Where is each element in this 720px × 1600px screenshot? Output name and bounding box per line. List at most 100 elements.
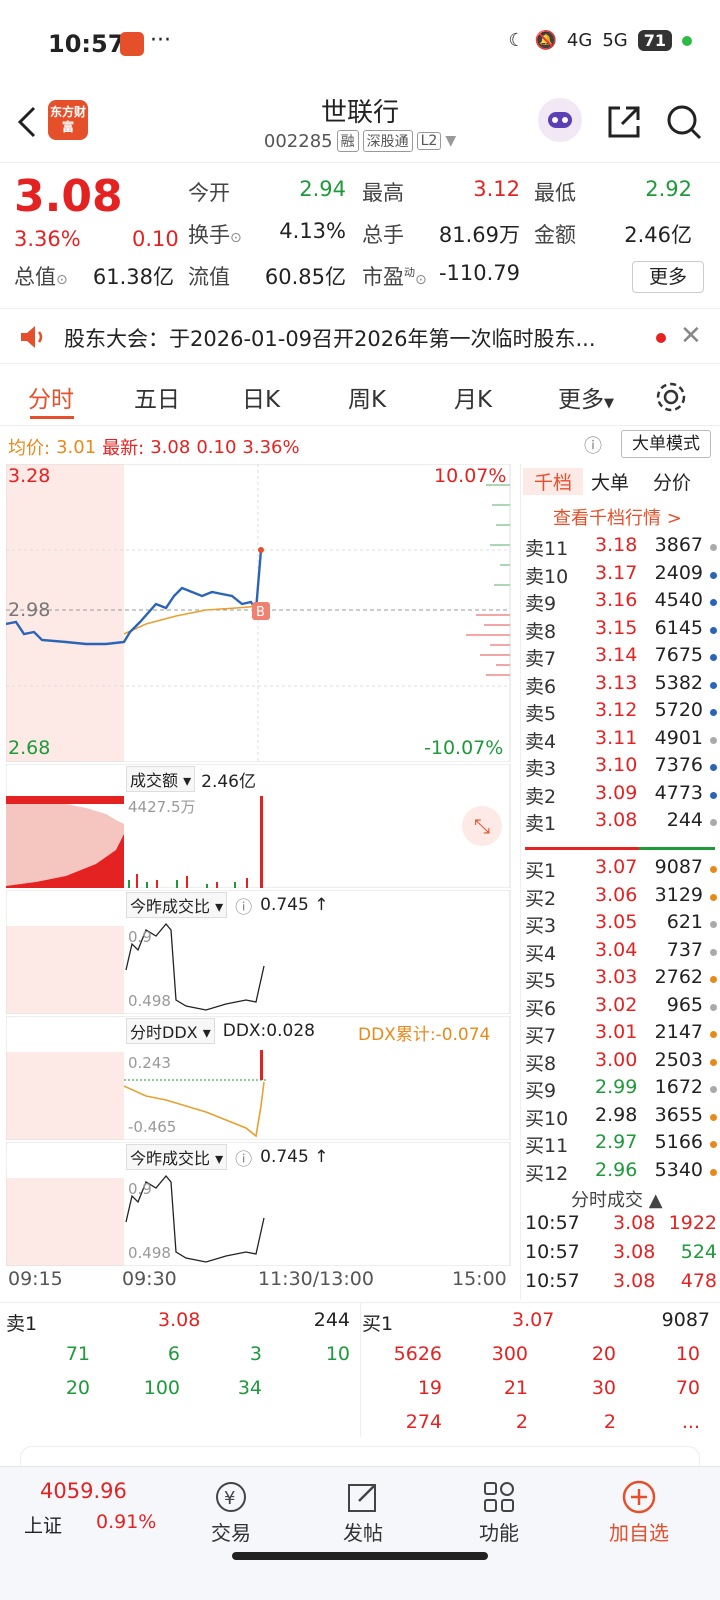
chart-tabs: 分时 五日 日K 周K 月K 更多▼ bbox=[0, 372, 720, 426]
help-icon[interactable]: ⓘ bbox=[235, 893, 252, 918]
index-value[interactable]: 4059.96 bbox=[40, 1479, 127, 1503]
tab-price-dist[interactable]: 分价 bbox=[653, 468, 691, 495]
tab-monthly-k[interactable]: 月K bbox=[454, 380, 492, 414]
home-indicator[interactable] bbox=[232, 1552, 488, 1560]
bottom-nav: 4059.96 上证 0.91% ¥ 交易 发帖 功能 加自选 bbox=[0, 1466, 720, 1600]
queue-buy-order: 20 bbox=[591, 1343, 616, 1365]
bid-row[interactable]: 买9 2.99 1672 bbox=[525, 1076, 717, 1103]
tab-big-order[interactable]: 大单 bbox=[591, 468, 629, 495]
ask-row[interactable]: 卖2 3.09 4773 bbox=[525, 782, 717, 809]
bid-price: 3.03 bbox=[595, 966, 638, 988]
ddx-sum: DDX累计:-0.074 bbox=[358, 1025, 491, 1045]
unread-dot bbox=[656, 333, 666, 343]
comment-sheet-handle[interactable] bbox=[20, 1446, 700, 1466]
tab-more[interactable]: 更多▼ bbox=[558, 380, 614, 414]
vol-max-label: 4427.5万 bbox=[128, 798, 196, 816]
open-value: 2.94 bbox=[299, 177, 346, 201]
ask-volume: 4540 bbox=[654, 589, 703, 611]
ask-row[interactable]: 卖4 3.11 4901 bbox=[525, 727, 717, 754]
ask-row[interactable]: 卖6 3.13 5382 bbox=[525, 672, 717, 699]
tick-time: 10:57 bbox=[525, 1270, 580, 1292]
ask-price: 3.12 bbox=[595, 699, 638, 721]
ratio-indicator-select[interactable]: 今昨成交比 ▾ bbox=[126, 892, 228, 918]
ask-row[interactable]: 卖11 3.18 3867 bbox=[525, 534, 717, 561]
latest-pct: 3.36% bbox=[242, 436, 300, 458]
nav-add-watchlist[interactable]: 加自选 bbox=[584, 1477, 694, 1546]
notice-text[interactable]: 股东大会：于2026-01-09召开2026年第一次临时股东... bbox=[64, 323, 634, 353]
bid-row[interactable]: 买8 3.00 2503 bbox=[525, 1049, 717, 1076]
search-icon[interactable] bbox=[664, 102, 704, 142]
notice-bar[interactable]: 股东大会：于2026-01-09召开2026年第一次临时股东... ✕ bbox=[0, 308, 720, 364]
share-icon[interactable] bbox=[604, 102, 644, 142]
speaker-icon bbox=[21, 326, 43, 348]
ask-row[interactable]: 卖9 3.16 4540 bbox=[525, 589, 717, 616]
bid-row[interactable]: 买1 3.07 9087 bbox=[525, 856, 717, 883]
bid-row[interactable]: 买7 3.01 2147 bbox=[525, 1021, 717, 1048]
expand-icon[interactable]: ⤡ bbox=[462, 806, 502, 846]
bid-row[interactable]: 买10 2.98 3655 bbox=[525, 1104, 717, 1131]
nav-functions[interactable]: 功能 bbox=[444, 1477, 554, 1546]
bid-row[interactable]: 买6 3.02 965 bbox=[525, 994, 717, 1021]
ask-row[interactable]: 卖5 3.12 5720 bbox=[525, 699, 717, 726]
queue-buy-label: 买1 bbox=[362, 1313, 394, 1335]
ask-row[interactable]: 卖8 3.15 6145 bbox=[525, 617, 717, 644]
ddx-value: DDX:0.028 bbox=[222, 1021, 315, 1041]
ask-price: 3.10 bbox=[595, 754, 638, 776]
tab-full-depth[interactable]: 千档 bbox=[523, 468, 583, 495]
view-full-depth-link[interactable]: 查看千档行情 > bbox=[553, 504, 682, 530]
ask-row[interactable]: 卖3 3.10 7376 bbox=[525, 754, 717, 781]
ddx-indicator-select[interactable]: 分时DDX ▾ bbox=[126, 1018, 215, 1044]
turnover-label[interactable]: 换手⊙ bbox=[188, 219, 242, 249]
ratio2-indicator-select[interactable]: 今昨成交比 ▾ bbox=[126, 1144, 228, 1170]
bid-price: 3.07 bbox=[595, 856, 638, 878]
ratio2-header[interactable]: 今昨成交比 ▾ ⓘ 0.745 ↑ bbox=[126, 1144, 328, 1170]
big-order-mode-button[interactable]: 大单模式 bbox=[621, 430, 711, 458]
vol-indicator-select[interactable]: 成交额 ▾ bbox=[126, 766, 196, 792]
ddx-header[interactable]: 分时DDX ▾ DDX:0.028 bbox=[126, 1018, 315, 1044]
nav-trade[interactable]: ¥ 交易 bbox=[176, 1477, 286, 1546]
tab-five-day[interactable]: 五日 bbox=[134, 380, 180, 414]
index-pct[interactable]: 0.91% bbox=[96, 1511, 156, 1533]
index-name[interactable]: 上证 bbox=[24, 1511, 62, 1538]
ask-row[interactable]: 卖10 3.17 2409 bbox=[525, 562, 717, 589]
high-label: 最高 bbox=[362, 181, 404, 205]
assistant-robot-icon[interactable] bbox=[538, 98, 582, 142]
mktcap-label[interactable]: 总值⊙ bbox=[14, 261, 68, 291]
close-icon[interactable]: ✕ bbox=[680, 321, 702, 351]
nav-post[interactable]: 发帖 bbox=[308, 1477, 418, 1546]
intraday-chart[interactable]: B 3.28 2.98 2.68 10.07% -10.07% 4427.5万 … bbox=[6, 464, 520, 1300]
ratio-header[interactable]: 今昨成交比 ▾ ⓘ 0.745 ↑ bbox=[126, 892, 328, 918]
more-notifications-icon: ··· bbox=[150, 28, 171, 53]
volume-header[interactable]: 成交额 ▾ 2.46亿 bbox=[126, 766, 256, 792]
more-button[interactable]: 更多 bbox=[632, 261, 704, 293]
tick-trade-title[interactable]: 分时成交 ▲ bbox=[571, 1186, 663, 1212]
tab-intraday[interactable]: 分时 bbox=[28, 380, 74, 414]
info-icon[interactable]: ⊙ bbox=[415, 272, 427, 288]
svg-text:¥: ¥ bbox=[224, 1488, 235, 1509]
tick-price: 3.08 bbox=[613, 1270, 656, 1292]
tab-weekly-k[interactable]: 周K bbox=[348, 380, 386, 414]
ask-row[interactable]: 卖7 3.14 7675 bbox=[525, 644, 717, 671]
grid-icon bbox=[444, 1477, 554, 1517]
ask-price: 3.08 bbox=[595, 809, 638, 831]
info-icon[interactable]: ⊙ bbox=[56, 272, 68, 288]
queue-sell-label: 卖1 bbox=[6, 1313, 38, 1335]
bid-row[interactable]: 买12 2.96 5340 bbox=[525, 1159, 717, 1186]
bid-level-label: 买4 bbox=[525, 942, 557, 965]
bid-row[interactable]: 买5 3.03 2762 bbox=[525, 966, 717, 993]
bid-row[interactable]: 买3 3.05 621 bbox=[525, 911, 717, 938]
info-icon[interactable]: ⊙ bbox=[230, 230, 242, 246]
pe-label[interactable]: 市盈动⊙ bbox=[362, 261, 427, 291]
amount-label: 金额 bbox=[534, 223, 576, 247]
help-icon[interactable]: ⓘ bbox=[584, 432, 602, 458]
bid-row[interactable]: 买2 3.06 3129 bbox=[525, 884, 717, 911]
tick-volume: 478 bbox=[680, 1270, 717, 1292]
help-icon[interactable]: ⓘ bbox=[235, 1145, 252, 1170]
tab-daily-k[interactable]: 日K bbox=[242, 380, 280, 414]
settings-gear-icon[interactable] bbox=[654, 380, 688, 414]
latest-value: 3.08 bbox=[150, 436, 191, 458]
bid-row[interactable]: 买11 2.97 5166 bbox=[525, 1131, 717, 1158]
bid-row[interactable]: 买4 3.04 737 bbox=[525, 939, 717, 966]
nav-add-watchlist-label: 加自选 bbox=[609, 1521, 669, 1545]
ask-row[interactable]: 卖1 3.08 244 bbox=[525, 809, 717, 836]
